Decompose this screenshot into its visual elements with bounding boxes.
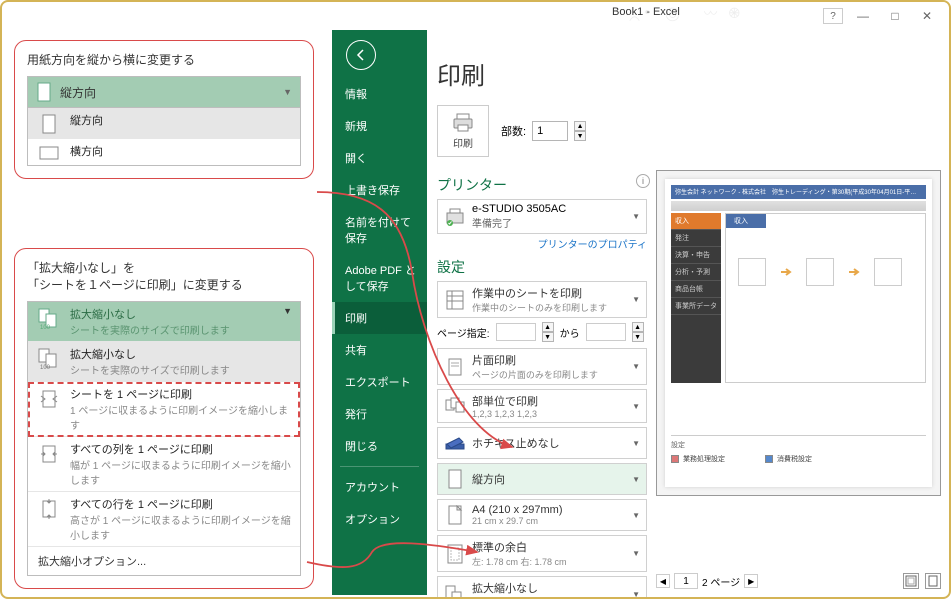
printer-name: e-STUDIO 3505AC <box>472 203 566 215</box>
page-number-input[interactable] <box>674 573 698 589</box>
show-margins-button[interactable] <box>903 573 919 589</box>
sidebar-item-open[interactable]: 開く <box>332 142 427 174</box>
orientation-option-landscape[interactable]: 横方向 <box>28 139 300 165</box>
sidebar-item-save[interactable]: 上書き保存 <box>332 174 427 206</box>
print-button-label: 印刷 <box>453 135 473 150</box>
setting-paper[interactable]: A4 (210 x 297mm)21 cm x 29.7 cm ▼ <box>437 499 647 531</box>
orientation-option-portrait[interactable]: 縦方向 <box>28 108 300 139</box>
sheet-icon <box>446 290 464 310</box>
sidebar-item-share[interactable]: 共有 <box>332 334 427 366</box>
sidebar-item-account[interactable]: アカウント <box>332 471 427 503</box>
titlebar: Book1 - Excel ? ― □ ✕ <box>332 2 947 30</box>
scaling-icon: 100 <box>38 308 60 330</box>
setting-scaling[interactable]: 100 拡大縮小なしシートを実際のサイズで印刷します ▼ <box>437 576 647 599</box>
svg-text:100: 100 <box>40 325 51 330</box>
fit-rows-icon <box>38 498 60 520</box>
printer-device-icon <box>444 207 466 227</box>
printer-icon <box>452 113 474 133</box>
page-navigation: ◀ 2 ページ ▶ <box>656 573 758 589</box>
portrait-icon <box>41 114 57 134</box>
scaling-option-fit-rows[interactable]: すべての行を 1 ページに印刷高さが 1 ページに収まるように印刷イメージを縮小… <box>28 492 300 547</box>
printer-properties-link[interactable]: プリンターのプロパティ <box>437 236 647 251</box>
sidebar-item-export[interactable]: エクスポート <box>332 366 427 398</box>
minimize-button[interactable]: ― <box>851 6 875 26</box>
scaling-option-fit-sheet[interactable]: シートを 1 ページに印刷1 ページに収まるように印刷イメージを縮小します <box>28 382 300 437</box>
sidebar-item-close[interactable]: 閉じる <box>332 430 427 462</box>
portrait-icon <box>36 82 52 102</box>
setting-orientation[interactable]: 縦方向 ▼ <box>437 463 647 495</box>
printer-dropdown[interactable]: e-STUDIO 3505AC 準備完了 ▼ <box>437 199 647 234</box>
callout1-title: 用紙方向を縦から横に変更する <box>27 51 301 68</box>
page-total-label: 2 ページ <box>702 574 740 589</box>
print-preview: 弥生会計 ネットワーク - 株式会社 弥生トレーディング・第30期(平成30年0… <box>656 170 941 496</box>
scaling-option-fit-columns[interactable]: すべての列を 1 ページに印刷幅が 1 ページに収まるように印刷イメージを縮小し… <box>28 437 300 492</box>
setting-margins[interactable]: 標準の余白左: 1.78 cm 右: 1.78 cm ▼ <box>437 535 647 572</box>
scaling-custom-options[interactable]: 拡大縮小オプション... <box>28 547 300 575</box>
svg-text:100: 100 <box>40 365 51 370</box>
page-title: 印刷 <box>437 56 937 91</box>
callout2-title-line1: 「拡大縮小なし」を <box>27 261 135 275</box>
sidebar-item-options[interactable]: オプション <box>332 503 427 535</box>
landscape-icon <box>39 145 59 161</box>
callout2-title-line2: 「シートを１ページに印刷」に変更する <box>27 278 243 292</box>
sidebar-item-publish[interactable]: 発行 <box>332 398 427 430</box>
back-button[interactable] <box>346 40 376 70</box>
prev-page-button[interactable]: ◀ <box>656 574 670 588</box>
one-side-icon <box>446 357 464 377</box>
sidebar-item-adobepdf[interactable]: Adobe PDF として保存 <box>332 254 427 302</box>
info-icon[interactable]: i <box>636 174 650 188</box>
orientation-dropdown-header[interactable]: 縦方向 ▼ <box>27 76 301 108</box>
callout-scaling: 「拡大縮小なし」を 「シートを１ページに印刷」に変更する 100 拡大縮小なしシ… <box>14 248 314 589</box>
margins-icon <box>447 544 463 564</box>
scaling-option-none[interactable]: 100 拡大縮小なしシートを実際のサイズで印刷します <box>28 342 300 382</box>
backstage-sidebar: 情報 新規 開く 上書き保存 名前を付けて保存 Adobe PDF として保存 … <box>332 30 427 595</box>
copies-down[interactable]: ▼ <box>574 131 586 141</box>
scaling-none-icon: 100 <box>38 348 60 370</box>
window-title: Book1 - Excel <box>612 6 680 18</box>
fit-sheet-icon <box>38 388 60 410</box>
portrait-icon <box>447 469 463 489</box>
page-range-row: ページ指定: ▲▼ から ▲▼ <box>437 322 647 342</box>
fit-columns-icon <box>38 443 60 465</box>
setting-staple[interactable]: ホチキス止めなし ▼ <box>437 427 647 459</box>
chevron-down-icon: ▼ <box>632 212 640 221</box>
collate-icon <box>445 397 465 415</box>
setting-scope[interactable]: 作業中のシートを印刷作業中のシートのみを印刷します ▼ <box>437 281 647 318</box>
printer-status: 準備完了 <box>472 215 566 230</box>
setting-collate[interactable]: 部単位で印刷1,2,3 1,2,3 1,2,3 ▼ <box>437 389 647 423</box>
maximize-button[interactable]: □ <box>883 6 907 26</box>
sidebar-item-saveas[interactable]: 名前を付けて保存 <box>332 206 427 254</box>
print-button[interactable]: 印刷 <box>437 105 489 157</box>
close-button[interactable]: ✕ <box>915 6 939 26</box>
preview-header: 弥生会計 ネットワーク - 株式会社 弥生トレーディング・第30期(平成30年0… <box>671 185 926 199</box>
setting-duplex[interactable]: 片面印刷ページの片面のみを印刷します ▼ <box>437 348 647 385</box>
page-to-input[interactable] <box>586 323 626 341</box>
next-page-button[interactable]: ▶ <box>744 574 758 588</box>
callout-orientation: 用紙方向を縦から横に変更する 縦方向 ▼ 縦方向 横方向 <box>14 40 314 179</box>
preview-sidebar: 収入 発注 決算・申告 分析・予測 商品台帳 事業所データ <box>671 213 721 383</box>
copies-label: 部数: <box>501 123 526 139</box>
copies-input[interactable] <box>532 121 568 141</box>
sidebar-item-info[interactable]: 情報 <box>332 78 427 110</box>
stapler-icon <box>445 436 465 450</box>
sidebar-item-print[interactable]: 印刷 <box>332 302 427 334</box>
sidebar-item-new[interactable]: 新規 <box>332 110 427 142</box>
scaling-icon: 100 <box>445 585 465 599</box>
scaling-dropdown-header[interactable]: 100 拡大縮小なしシートを実際のサイズで印刷します ▼ <box>28 302 300 342</box>
copies-up[interactable]: ▲ <box>574 121 586 131</box>
help-button[interactable]: ? <box>823 8 843 24</box>
paper-icon <box>447 505 463 525</box>
zoom-to-page-button[interactable] <box>925 573 941 589</box>
page-from-input[interactable] <box>496 323 536 341</box>
